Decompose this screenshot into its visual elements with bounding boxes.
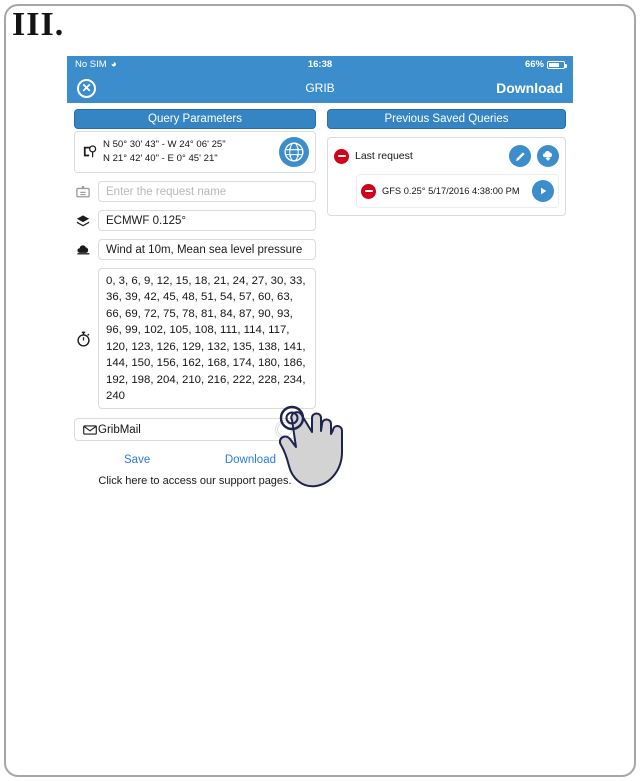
delete-icon[interactable] bbox=[334, 148, 349, 164]
saved-query-label: Last request bbox=[355, 150, 413, 162]
saved-queries-panel: Last request GFS 0.25° 5/17/2016 4:38:00… bbox=[327, 137, 566, 216]
battery-percent-label: 66% bbox=[524, 59, 544, 70]
tag-icon bbox=[74, 185, 92, 198]
tab-previous-saved-queries[interactable]: Previous Saved Queries bbox=[327, 109, 566, 129]
status-bar-right: 66% bbox=[524, 59, 567, 70]
coordinates-line-1: N 50° 30' 43" - W 24° 06' 25" bbox=[103, 139, 226, 151]
figure-label: III. bbox=[12, 6, 65, 43]
parameters-row: Wind at 10m, Mean sea level pressure bbox=[74, 239, 316, 260]
status-bar: No SIM ◕ 16:38 66% bbox=[67, 56, 573, 73]
status-bar-time: 16:38 bbox=[307, 59, 333, 70]
delete-icon[interactable] bbox=[361, 183, 376, 199]
status-bar-left: No SIM ◕ bbox=[75, 59, 117, 70]
support-link[interactable]: Click here to access our support pages. bbox=[74, 475, 316, 487]
cloud-icon bbox=[74, 244, 92, 256]
edit-button[interactable] bbox=[509, 145, 531, 167]
envelope-icon bbox=[82, 425, 98, 435]
save-button[interactable]: Save bbox=[124, 454, 150, 466]
map-pin-icon bbox=[81, 145, 99, 159]
coordinates-line-2: N 21° 42' 40" - E 0° 45' 21" bbox=[103, 153, 218, 164]
action-row: Save Download bbox=[74, 454, 316, 466]
tablet-screenshot: No SIM ◕ 16:38 66% ✕ GRIB Download Query… bbox=[67, 56, 573, 487]
tab-query-parameters[interactable]: Query Parameters bbox=[74, 109, 316, 129]
gribmail-box: GribMail bbox=[74, 418, 316, 442]
timesteps-row: 0, 3, 6, 9, 12, 15, 18, 21, 24, 27, 30, … bbox=[74, 268, 316, 410]
layers-icon bbox=[74, 214, 92, 228]
request-name-row: Enter the request name bbox=[74, 181, 316, 202]
timesteps-value[interactable]: 0, 3, 6, 9, 12, 15, 18, 21, 24, 27, 30, … bbox=[98, 268, 316, 410]
close-icon[interactable]: ✕ bbox=[77, 78, 96, 98]
saved-query-row[interactable]: Last request bbox=[334, 143, 559, 169]
gribmail-label: GribMail bbox=[98, 423, 141, 436]
gribmail-row: GribMail bbox=[74, 418, 316, 442]
coordinates-text: N 50° 30' 43" - W 24° 06' 25" N 21° 42' … bbox=[99, 138, 279, 165]
request-name-input[interactable]: Enter the request name bbox=[98, 181, 316, 202]
app-body: Query Parameters N 50° 30' 43" - W 24° 0… bbox=[67, 103, 573, 487]
battery-icon bbox=[547, 60, 567, 69]
coordinates-card[interactable]: N 50° 30' 43" - W 24° 06' 25" N 21° 42' … bbox=[74, 131, 316, 173]
wifi-icon: ◕ bbox=[110, 58, 117, 70]
gribmail-toggle[interactable] bbox=[275, 420, 310, 440]
saved-query-child-label: GFS 0.25° 5/17/2016 4:38:00 PM bbox=[382, 186, 520, 196]
navigation-bar: ✕ GRIB Download bbox=[67, 73, 573, 103]
model-select[interactable]: ECMWF 0.125° bbox=[98, 210, 316, 231]
play-button[interactable] bbox=[532, 180, 554, 202]
download-nav-button[interactable]: Download bbox=[496, 80, 563, 96]
previous-saved-queries-column: Previous Saved Queries Last request GFS … bbox=[327, 109, 566, 460]
download-button[interactable] bbox=[537, 145, 559, 167]
stopwatch-icon bbox=[74, 331, 92, 347]
globe-expand-icon[interactable] bbox=[279, 137, 309, 167]
saved-query-child-row[interactable]: GFS 0.25° 5/17/2016 4:38:00 PM bbox=[356, 174, 559, 208]
query-parameters-column: Query Parameters N 50° 30' 43" - W 24° 0… bbox=[74, 109, 316, 487]
download-button[interactable]: Download bbox=[225, 454, 276, 466]
model-row: ECMWF 0.125° bbox=[74, 210, 316, 231]
carrier-label: No SIM bbox=[75, 59, 107, 70]
parameters-select[interactable]: Wind at 10m, Mean sea level pressure bbox=[98, 239, 316, 260]
